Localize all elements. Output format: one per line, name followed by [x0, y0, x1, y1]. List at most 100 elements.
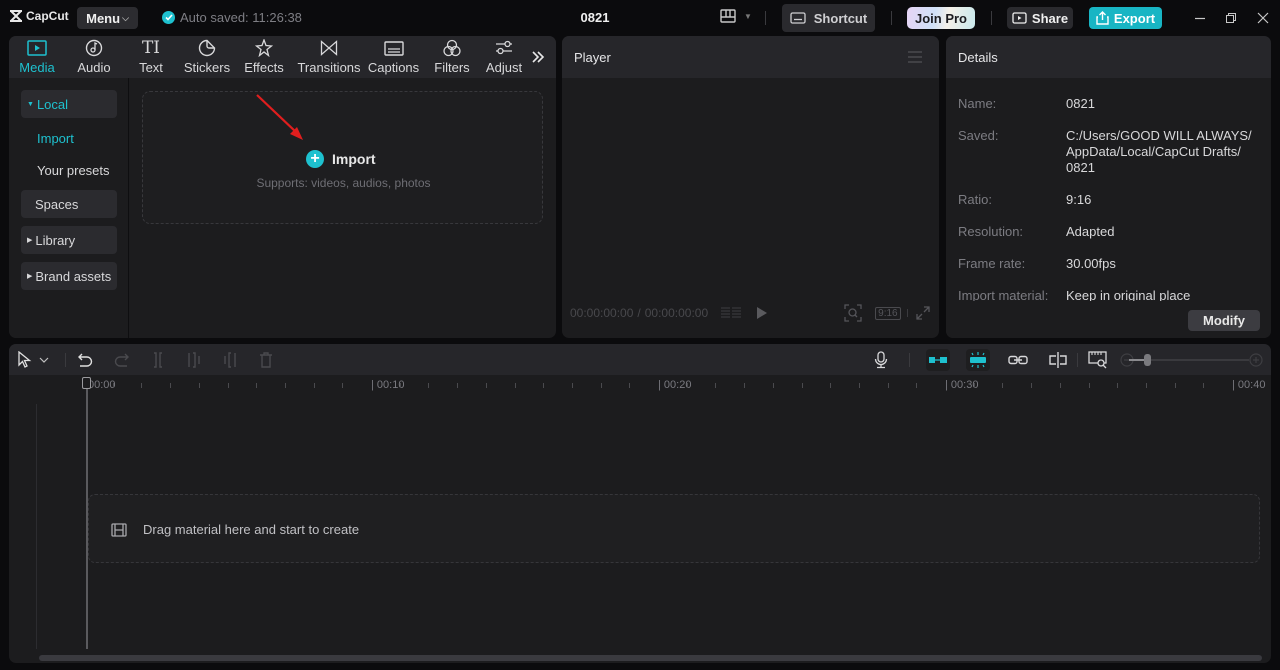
timeline-zoom-slider[interactable] [1129, 354, 1249, 366]
layout-button[interactable]: ▼ [720, 9, 752, 23]
share-icon [1012, 11, 1027, 24]
select-tool-button[interactable] [15, 350, 35, 370]
tab-transitions[interactable]: Transitions [297, 39, 361, 77]
auto-snap-toggle[interactable] [966, 349, 990, 371]
tab-effects[interactable]: Effects [241, 39, 287, 77]
redo-icon [114, 353, 129, 367]
time-separator: / [637, 306, 641, 320]
layout-icon [720, 9, 736, 23]
link-toggle[interactable] [1008, 350, 1028, 370]
tab-audio[interactable]: Audio [71, 39, 117, 77]
current-time: 00:00:00:00 [570, 306, 634, 320]
chevron-down-icon: ▼ [744, 11, 752, 21]
player-header: Player [562, 36, 939, 78]
delete-left-button[interactable] [184, 350, 204, 370]
tab-label: Audio [77, 60, 111, 75]
sidebar-item-your-presets[interactable]: Your presets [37, 163, 110, 178]
sidebar-item-brand-assets[interactable]: ▶ Brand assets [21, 262, 117, 290]
ruler-tick [342, 383, 344, 388]
ruler-tick [629, 383, 631, 388]
ruler-tick [399, 383, 401, 388]
split-button[interactable] [148, 350, 168, 370]
timeline-ruler[interactable]: 00:00 | 00:10 | 00:20 | 00:30 | 00:40 [9, 375, 1271, 397]
zoom-in-button[interactable] [1246, 350, 1266, 370]
restore-button[interactable] [1222, 9, 1240, 27]
timecode-grid-icon[interactable] [720, 306, 742, 320]
modify-button[interactable]: Modify [1188, 310, 1260, 331]
timeline-horizontal-scrollbar[interactable] [39, 655, 1262, 661]
undo-icon [78, 353, 93, 367]
tab-captions[interactable]: Captions [366, 39, 421, 77]
import-drop-zone[interactable]: + Import Supports: videos, audios, photo… [142, 91, 543, 224]
ruler-tick [1088, 383, 1090, 388]
minimize-button[interactable] [1191, 9, 1209, 27]
close-button[interactable] [1254, 9, 1272, 27]
ruler-tick [830, 383, 832, 388]
ruler-tick [457, 383, 459, 388]
tab-filters[interactable]: Filters [431, 39, 473, 77]
player-panel: Player 00:00:00:00 / 00:00:00:00 9:16 [562, 36, 939, 338]
split-icon [154, 352, 162, 368]
play-icon[interactable] [756, 306, 768, 320]
sidebar-item-spaces[interactable]: Spaces [21, 190, 117, 218]
ruler-tick [916, 383, 918, 388]
timeline-drop-zone[interactable]: Drag material here and start to create [88, 494, 1260, 563]
ruler-tick [744, 383, 746, 388]
check-icon [162, 11, 175, 24]
playhead[interactable] [86, 377, 88, 649]
trash-icon [260, 352, 272, 368]
export-button[interactable]: Export [1089, 7, 1162, 29]
tab-label: Text [139, 60, 163, 75]
join-pro-button[interactable]: Join Pro [907, 7, 975, 29]
delete-button[interactable] [256, 350, 276, 370]
detail-value: Adapted [1066, 224, 1115, 239]
shortcut-label: Shortcut [813, 10, 868, 26]
magnet-link-icon [929, 357, 947, 363]
ruler-tick [141, 383, 143, 388]
ruler-tick [313, 383, 315, 388]
tab-text[interactable]: TI Text [133, 38, 169, 77]
more-tabs-button[interactable] [531, 50, 545, 69]
playhead-handle[interactable] [82, 377, 91, 389]
zoom-fit-icon[interactable] [844, 304, 862, 322]
select-tool-dropdown[interactable] [37, 350, 51, 370]
detail-value: C:/Users/GOOD WILL ALWAYS/ AppData/Local… [1066, 128, 1252, 175]
preview-axis-toggle[interactable] [1048, 350, 1068, 370]
fullscreen-icon[interactable] [915, 306, 930, 320]
import-button[interactable]: + Import [306, 150, 376, 168]
zoom-to-fit-button[interactable] [1088, 350, 1108, 370]
link-icon [1008, 355, 1028, 365]
player-title: Player [574, 50, 611, 65]
shortcut-button[interactable]: Shortcut [782, 4, 875, 32]
main-track-magnet-toggle[interactable] [926, 349, 950, 371]
sidebar-item-import[interactable]: Import [37, 131, 74, 146]
chevron-down-icon: ⌵ [122, 12, 129, 23]
drop-hint: Drag material here and start to create [111, 522, 359, 537]
sidebar-item-library[interactable]: ▶ Library [21, 226, 117, 254]
ruler-tick [1031, 383, 1033, 388]
record-audio-button[interactable] [871, 350, 891, 370]
share-button[interactable]: Share [1007, 7, 1073, 29]
restore-icon [1226, 13, 1236, 23]
microphone-icon [874, 351, 888, 369]
film-icon [111, 522, 127, 537]
timeline-panel: 00:00 | 00:10 | 00:20 | 00:30 | 00:40 Drag m… [9, 344, 1271, 663]
tab-label: Adjust [485, 60, 523, 75]
details-footer: Modify [946, 301, 1271, 338]
undo-button[interactable] [75, 350, 95, 370]
timeline-toolbar [9, 344, 1271, 375]
sidebar-item-local[interactable]: ▼ Local [21, 90, 117, 118]
detail-value: 9:16 [1066, 192, 1092, 207]
autosave-status: Auto saved: 11:26:38 [162, 10, 302, 25]
ratio-button[interactable]: 9:16 [875, 306, 901, 320]
menu-button[interactable]: Menu ⌵ [77, 7, 138, 29]
split-preview-icon [1049, 352, 1067, 368]
zoom-slider-handle[interactable] [1144, 354, 1151, 366]
tab-stickers[interactable]: Stickers [182, 39, 232, 77]
hamburger-menu-icon[interactable] [908, 51, 922, 63]
tab-media[interactable]: Media [15, 39, 59, 77]
upload-icon [1096, 11, 1109, 25]
redo-button[interactable] [112, 350, 132, 370]
delete-right-button[interactable] [220, 350, 240, 370]
tab-adjust[interactable]: Adjust [483, 39, 525, 77]
